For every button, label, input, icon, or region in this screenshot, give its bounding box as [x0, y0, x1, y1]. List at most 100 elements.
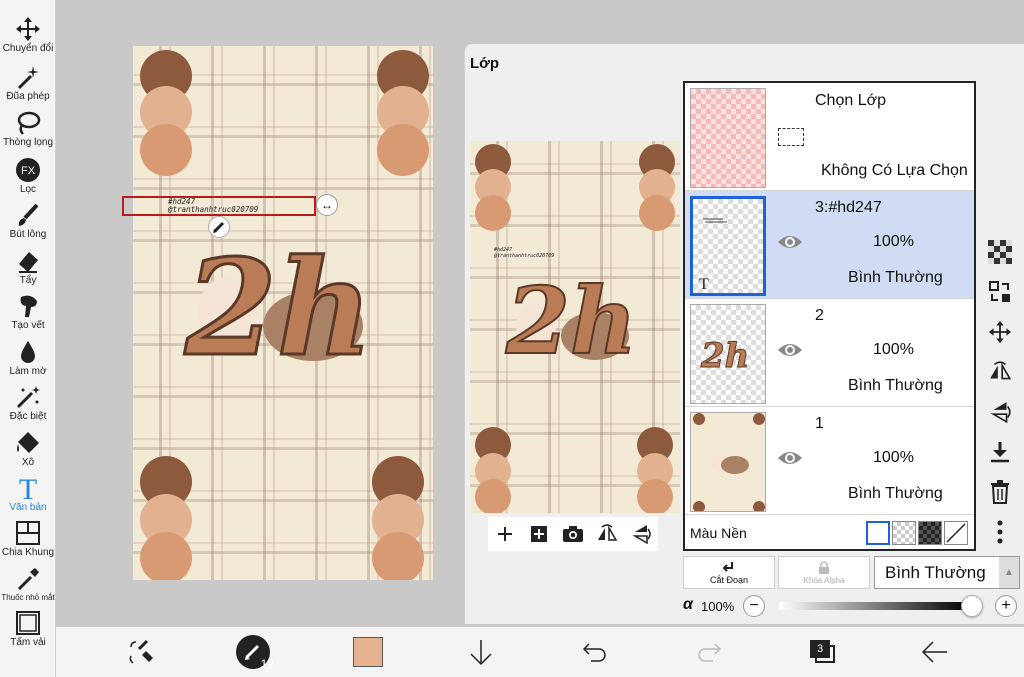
- visibility-eye-icon[interactable]: [777, 449, 803, 472]
- text-icon: T: [19, 475, 37, 501]
- bear-stack-bottom-right: [372, 456, 424, 580]
- bear-stack-bottom-left: [140, 456, 192, 580]
- canvas-preview[interactable]: 2h #hd247 @tranthanhtruc020709: [470, 141, 680, 513]
- layer-row-2[interactable]: 2h 2 100% Bình Thường: [685, 299, 974, 407]
- tool-frame-divider[interactable]: Chia Khung: [0, 518, 56, 562]
- flip-horizontal-button[interactable]: [593, 520, 621, 548]
- layers-button[interactable]: 3: [806, 635, 840, 669]
- artwork-2h-text: 2h: [184, 231, 373, 386]
- tool-eyedropper[interactable]: Thuốc nhỏ mắt: [0, 564, 56, 608]
- bg-swatch-white[interactable]: [866, 521, 890, 545]
- tool-lasso[interactable]: Thòng lọng: [0, 108, 56, 152]
- smudge-icon: [20, 295, 37, 317]
- tool-label: Đặc biệt: [9, 411, 47, 422]
- layer-name: 2: [815, 307, 824, 324]
- undo-button[interactable]: [578, 635, 612, 669]
- clipping-button[interactable]: Cắt Đoạn: [683, 556, 775, 589]
- redo-button[interactable]: [692, 635, 726, 669]
- edit-text-handle[interactable]: [208, 216, 230, 238]
- alpha-lock-button[interactable]: Khóa Alpha: [778, 556, 870, 589]
- preview-text-line-2: @tranthanhtruc020709: [493, 253, 554, 259]
- move-layer-button[interactable]: [986, 318, 1014, 346]
- import-photo-button[interactable]: [559, 520, 587, 548]
- bg-swatch-transparent-dark[interactable]: [918, 521, 942, 545]
- layer-name: 1: [815, 415, 824, 432]
- selection-status: Không Có Lựa Chọn: [821, 162, 968, 179]
- pencil-icon: [213, 221, 225, 233]
- add-layer-button[interactable]: [491, 520, 519, 548]
- layer-name: 3:#hd247: [815, 199, 882, 216]
- layer-blend-mode: Bình Thường: [848, 377, 943, 394]
- current-color-swatch: [353, 637, 383, 667]
- add-image-layer-button[interactable]: [525, 520, 553, 548]
- opacity-slider-knob[interactable]: [961, 595, 983, 617]
- bucket-icon: [17, 432, 39, 453]
- text-tool-glyph: T: [19, 475, 37, 501]
- opacity-increase-button[interactable]: +: [995, 595, 1017, 617]
- flip-vertical-icon: [990, 402, 1011, 424]
- tool-label: Bút lông: [9, 229, 47, 240]
- bear-stack-top-left: [140, 50, 192, 176]
- text-layer-thumb-art: T: [699, 218, 727, 293]
- bg-swatch-none[interactable]: [944, 521, 968, 545]
- tool-filter[interactable]: FX Lọc: [0, 155, 56, 199]
- eyedropper-icon: [17, 568, 39, 591]
- move-arrows-icon: [988, 320, 1012, 344]
- bear-stack-top-right: [377, 50, 429, 176]
- flip-layer-horizontal-button[interactable]: [986, 358, 1014, 386]
- selection-layer-row[interactable]: Chọn Lớp Không Có Lựa Chọn: [685, 83, 974, 191]
- delete-layer-button[interactable]: [986, 478, 1014, 506]
- layer-row-3[interactable]: T 3:#hd247 100% Bình Thường: [685, 191, 974, 299]
- checkerboard-icon: [988, 240, 1012, 264]
- brush-size-button[interactable]: 12: [236, 635, 274, 671]
- download-button[interactable]: [464, 635, 498, 669]
- opacity-decrease-button[interactable]: −: [743, 595, 765, 617]
- tool-canvas[interactable]: Tấm vải: [0, 608, 56, 652]
- tool-magic-wand[interactable]: Đũa phép: [0, 62, 56, 106]
- tool-blur[interactable]: Làm mờ: [0, 337, 56, 381]
- arrow-left-icon: [921, 641, 947, 663]
- preview-toolbar: [488, 517, 658, 551]
- drawing-canvas[interactable]: 2h: [133, 46, 433, 580]
- flip-horizontal-icon: [990, 361, 1012, 380]
- more-vertical-icon: [997, 520, 1003, 544]
- blend-mode-value: Bình Thường: [885, 563, 986, 582]
- tool-transform[interactable]: Chuyển đổi: [0, 14, 56, 58]
- tool-bucket[interactable]: Xô: [0, 428, 56, 472]
- tool-label: Chia Khung: [1, 547, 55, 558]
- back-button[interactable]: [918, 635, 952, 669]
- tool-text[interactable]: T Văn bản: [0, 473, 56, 517]
- visibility-eye-icon[interactable]: [777, 233, 803, 256]
- layer-1-thumb-art: [693, 413, 765, 511]
- visibility-eye-icon[interactable]: [777, 341, 803, 364]
- canvas-text-layer[interactable]: #hd247 @tranthanhtruc020709: [168, 198, 258, 214]
- fx-badge-text: FX: [21, 165, 36, 177]
- tool-brush[interactable]: Bút lông: [0, 200, 56, 244]
- layer-row-1[interactable]: 1 100% Bình Thường: [685, 407, 974, 515]
- merge-down-button[interactable]: [986, 438, 1014, 466]
- camera-icon: [563, 526, 583, 542]
- more-options-button[interactable]: [986, 518, 1014, 546]
- checker-layer-button[interactable]: [986, 238, 1014, 266]
- left-toolbar: Chuyển đổi Đũa phép Thòng lọng FX Lọc Bú…: [0, 0, 56, 677]
- flip-layer-vertical-button[interactable]: [986, 398, 1014, 426]
- swap-layer-button[interactable]: [986, 278, 1014, 306]
- swap-icon: [989, 281, 1010, 302]
- tool-special[interactable]: Đặc biệt: [0, 382, 56, 426]
- selection-layer-name: Chọn Lớp: [815, 92, 886, 109]
- selection-layer-thumbnail: [690, 88, 766, 188]
- tool-smudge[interactable]: Tạo vết: [0, 291, 56, 335]
- layers-icon: 3: [810, 640, 836, 664]
- brush-size-value: 12: [260, 657, 274, 671]
- arrow-down-icon: [470, 640, 492, 666]
- alpha-lock-label: Khóa Alpha: [803, 576, 845, 585]
- opacity-slider[interactable]: [779, 602, 969, 610]
- color-picker-button[interactable]: [351, 635, 385, 669]
- resize-handle-icon[interactable]: ↔: [316, 194, 338, 216]
- tool-eraser[interactable]: Tẩy: [0, 246, 56, 290]
- flip-vertical-button[interactable]: [627, 520, 655, 548]
- quick-swap-button[interactable]: [124, 635, 158, 669]
- blend-mode-select[interactable]: Bình Thường ▲: [874, 556, 1020, 589]
- bg-swatch-transparent-light[interactable]: [892, 521, 916, 545]
- canvas-text-line-2: @tranthanhtruc020709: [168, 205, 259, 214]
